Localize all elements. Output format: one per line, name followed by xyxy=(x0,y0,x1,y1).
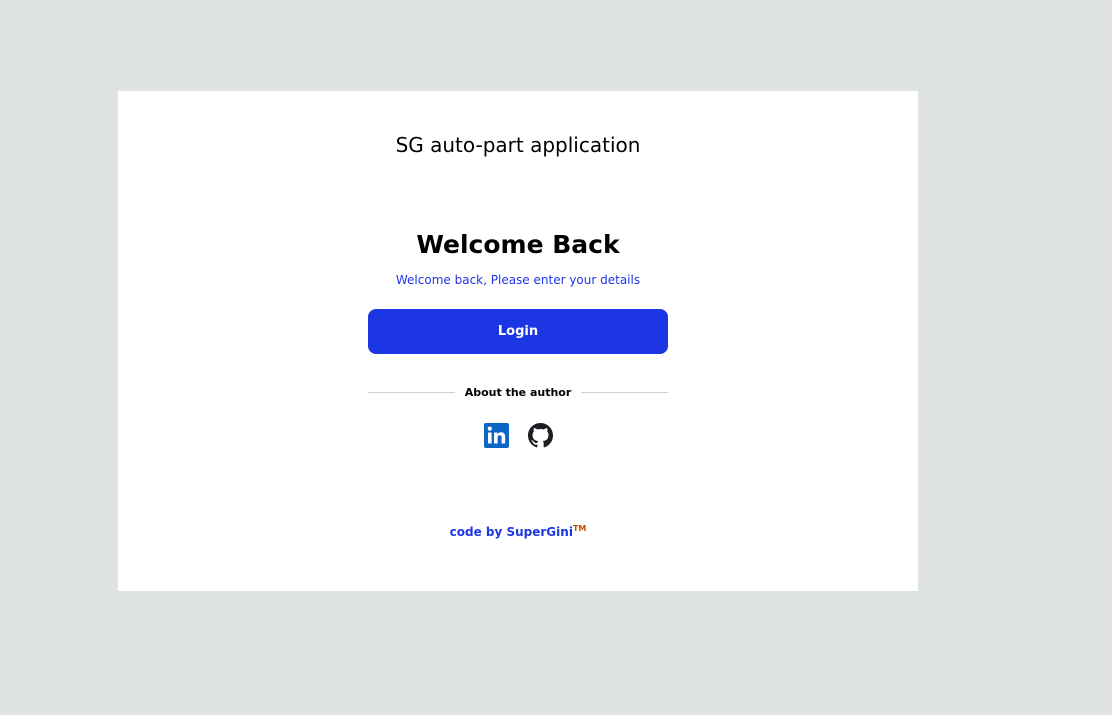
about-author-label: About the author xyxy=(464,385,572,399)
linkedin-link[interactable] xyxy=(483,423,509,448)
welcome-subheading: Welcome back, Please enter your details xyxy=(395,273,641,287)
github-link[interactable] xyxy=(527,423,553,448)
trademark-mark: TM xyxy=(572,524,587,533)
linkedin-icon xyxy=(483,423,509,448)
welcome-heading: Welcome Back xyxy=(416,230,620,259)
github-icon xyxy=(527,423,553,448)
footer-text: code by SuperGini xyxy=(449,525,573,539)
author-divider: About the author xyxy=(368,384,669,400)
divider-line-left xyxy=(368,391,455,393)
app-title: SG auto-part application xyxy=(395,133,641,157)
footer-credit: code by SuperGiniTM xyxy=(118,521,918,540)
login-card: SG auto-part application Welcome Back We… xyxy=(118,91,918,591)
divider-line-right xyxy=(581,391,669,393)
social-links xyxy=(118,423,918,449)
login-button[interactable]: Login xyxy=(368,309,668,354)
